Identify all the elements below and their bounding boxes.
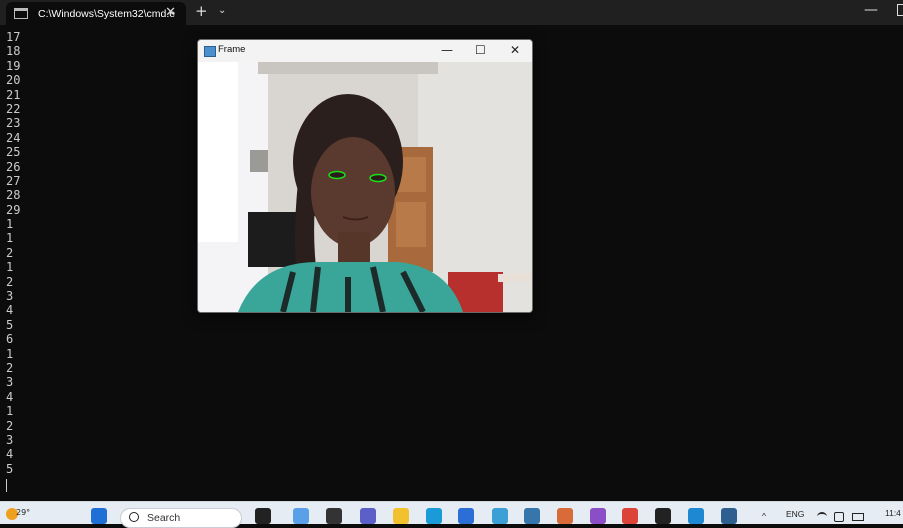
console-line: 1 xyxy=(6,346,14,361)
clock[interactable]: 11:4 xyxy=(885,508,901,518)
widgets-icon[interactable] xyxy=(293,508,309,524)
taskbar: 29° Search ^ ENG 11:4 xyxy=(0,501,903,528)
console-line: 4 xyxy=(6,447,14,462)
console-line: 4 xyxy=(6,303,14,318)
console-line: 29 xyxy=(6,202,21,217)
console-line: 21 xyxy=(6,87,21,102)
task-view-icon[interactable] xyxy=(326,508,342,524)
new-tab-button[interactable]: + xyxy=(195,4,208,19)
console-line: 19 xyxy=(6,58,21,73)
console-line: 27 xyxy=(6,173,21,188)
terminal-icon[interactable] xyxy=(655,508,671,524)
console-line: 25 xyxy=(6,145,21,160)
console-line: 2 xyxy=(6,360,14,375)
close-tab-icon[interactable]: ✕ xyxy=(165,6,176,20)
console-line: 4 xyxy=(6,389,14,404)
console-line: 2 xyxy=(6,245,14,260)
volume-icon[interactable] xyxy=(834,512,844,522)
frame-title: Frame xyxy=(218,44,246,55)
tab-title: C:\Windows\System32\cmd.e xyxy=(38,7,176,20)
frame-titlebar[interactable]: Frame — ☐ ✕ xyxy=(198,40,532,62)
console-line: 1 xyxy=(6,260,14,275)
console-line: 5 xyxy=(6,461,14,476)
console-line: 28 xyxy=(6,188,21,203)
maximize-window-button[interactable] xyxy=(897,4,903,16)
terminal-titlebar: C:\Windows\System32\cmd.e ✕ + ⌄ — xyxy=(0,0,903,25)
console-line: 24 xyxy=(6,130,21,145)
frame-close-button[interactable]: ✕ xyxy=(510,43,520,57)
frame-minimize-button[interactable]: — xyxy=(441,43,453,57)
console-line: 22 xyxy=(6,101,21,116)
start-icon[interactable] xyxy=(91,508,107,524)
console-line: 17 xyxy=(6,30,21,44)
chrome-icon[interactable] xyxy=(622,508,638,524)
python-icon[interactable] xyxy=(524,508,540,524)
minimize-window-button[interactable]: — xyxy=(864,2,878,18)
console-line: 1 xyxy=(6,404,14,419)
console-line: 5 xyxy=(6,317,14,332)
search-box[interactable]: Search xyxy=(120,508,242,528)
copilot-icon[interactable] xyxy=(255,508,271,524)
app-window-icon xyxy=(204,46,216,57)
console-line: 2 xyxy=(6,418,14,433)
search-icon xyxy=(129,512,139,522)
cmd-icon[interactable] xyxy=(721,508,737,524)
console-line: 20 xyxy=(6,73,21,88)
edge-icon[interactable] xyxy=(426,508,442,524)
language-indicator[interactable]: ENG xyxy=(786,509,804,519)
frame-maximize-button[interactable]: ☐ xyxy=(475,43,486,57)
console-line: 1 xyxy=(6,231,14,246)
battery-icon[interactable] xyxy=(852,513,864,521)
chevron-down-icon[interactable]: ⌄ xyxy=(218,5,226,16)
webcam-frame-image xyxy=(198,62,532,312)
file-explorer-icon[interactable] xyxy=(393,508,409,524)
console-line: 3 xyxy=(6,432,14,447)
search-placeholder: Search xyxy=(147,512,181,524)
mongodb-icon[interactable] xyxy=(492,508,508,524)
tray-overflow-icon[interactable]: ^ xyxy=(762,511,766,521)
store-icon[interactable] xyxy=(458,508,474,524)
console-line: 6 xyxy=(6,332,14,347)
text-cursor xyxy=(6,479,7,492)
weather-temperature[interactable]: 29° xyxy=(16,508,30,517)
frame-window[interactable]: Frame — ☐ ✕ xyxy=(197,39,533,313)
console-line: 26 xyxy=(6,159,21,174)
console-line: 3 xyxy=(6,289,14,304)
games-icon[interactable] xyxy=(557,508,573,524)
wifi-icon[interactable] xyxy=(817,512,827,521)
terminal-tab[interactable]: C:\Windows\System32\cmd.e ✕ xyxy=(6,2,186,25)
console-line: 3 xyxy=(6,375,14,390)
console-line: 2 xyxy=(6,274,14,289)
console-line: 1 xyxy=(6,217,14,232)
vscode-icon[interactable] xyxy=(688,508,704,524)
teams-icon[interactable] xyxy=(360,508,376,524)
visual-studio-icon[interactable] xyxy=(590,508,606,524)
terminal-icon xyxy=(14,8,28,19)
console-line: 23 xyxy=(6,116,21,131)
console-output: 17 18 19 20 21 22 23 24 25 26 27 28 29 1 1 2 1 2 3 4 5 6 1 2 3 4 1… xyxy=(6,30,20,476)
console-line: 18 xyxy=(6,44,21,59)
